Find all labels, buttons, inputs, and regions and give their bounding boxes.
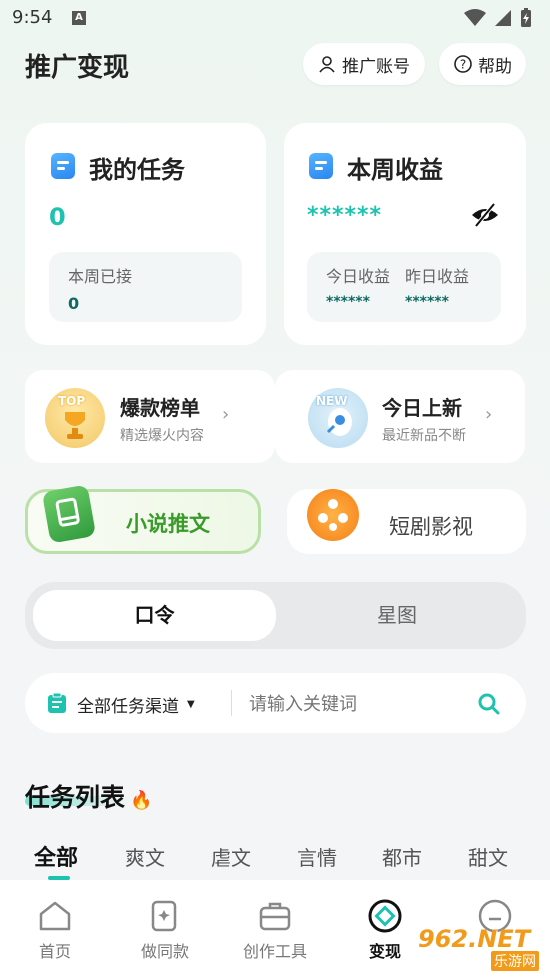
system-icons <box>464 8 532 28</box>
home-icon <box>39 901 71 931</box>
promo-account-button[interactable]: 推广账号 <box>303 43 425 85</box>
task-tab-urban[interactable]: 都市 <box>382 842 422 871</box>
segment-command-label: 口令 <box>134 603 175 627</box>
search-bar: 全部任务渠道 ▼ <box>25 673 526 733</box>
battery-icon <box>521 8 531 27</box>
drama-promo-button[interactable]: 短剧影视 <box>287 489 526 554</box>
help-icon: ? <box>454 55 472 73</box>
task-tab-shuangwen[interactable]: 爽文 <box>125 842 165 871</box>
nav-make-same-label: 做同款 <box>140 942 189 961</box>
my-tasks-title: 我的任务 <box>89 156 185 184</box>
monetize-icon <box>368 899 402 933</box>
doc-icon <box>51 153 75 179</box>
week-accepted-box: 本周已接 0 <box>49 252 242 322</box>
search-icon[interactable] <box>477 692 501 716</box>
nav-home[interactable]: 首页 <box>15 890 95 962</box>
task-tab-sweet[interactable]: 甜文 <box>468 842 508 871</box>
help-label: 帮助 <box>478 56 512 77</box>
week-accepted-label: 本周已接 <box>68 267 133 286</box>
segment-command[interactable]: 口令 <box>33 590 276 641</box>
today-income-value: ****** <box>326 294 370 310</box>
signal-icon <box>495 10 511 26</box>
book-icon <box>41 484 97 544</box>
top-badge: TOP <box>58 394 86 408</box>
promo-account-label: 推广账号 <box>342 56 410 77</box>
template-icon <box>151 900 177 932</box>
task-list-title: 任务列表 <box>25 783 126 812</box>
task-tabs: 全部 爽文 虐文 言情 都市 甜文 <box>0 840 550 880</box>
today-income-label: 今日收益 <box>326 267 391 286</box>
film-reel-icon <box>307 489 359 541</box>
task-tab-all[interactable]: 全部 <box>34 840 78 872</box>
user-icon <box>319 56 335 73</box>
new-today-subtitle: 最近新品不断 <box>382 428 466 444</box>
nav-home-label: 首页 <box>38 942 71 961</box>
notification-icon: A <box>72 11 86 25</box>
new-today-card[interactable]: NEW 今日上新 最近新品不断 › <box>275 370 525 463</box>
nav-creator-tools[interactable]: 创作工具 <box>235 890 315 962</box>
mode-segment: 口令 星图 <box>25 582 526 649</box>
task-tab-romance[interactable]: 言情 <box>297 842 337 871</box>
clipboard-icon <box>48 692 66 713</box>
page-title: 推广变现 <box>25 53 130 83</box>
week-income-title: 本周收益 <box>347 156 443 184</box>
chevron-right-icon: › <box>222 404 230 425</box>
svg-text:?: ? <box>460 58 466 72</box>
nav-monetize-label: 变现 <box>368 942 401 961</box>
nav-creator-tools-label: 创作工具 <box>242 942 307 961</box>
help-button[interactable]: ? 帮助 <box>439 43 526 85</box>
status-bar: 9:54 A <box>0 0 550 36</box>
toolbox-icon <box>259 902 291 931</box>
hot-ranking-card[interactable]: TOP 爆款榜单 精选爆火内容 › <box>25 370 275 463</box>
novel-promo-label: 小说推文 <box>126 512 210 536</box>
week-income-card[interactable]: 本周收益 ****** 今日收益 昨日收益 ****** ****** <box>284 123 526 345</box>
keyword-search-input[interactable] <box>247 687 471 721</box>
task-tab-nuewen[interactable]: 虐文 <box>211 842 251 871</box>
income-detail-box: 今日收益 昨日收益 ****** ****** <box>307 252 501 322</box>
caret-down-icon: ▼ <box>187 699 195 710</box>
channel-dropdown[interactable]: 全部任务渠道 ▼ <box>77 692 195 717</box>
drama-promo-label: 短剧影视 <box>389 515 473 539</box>
chevron-right-icon: › <box>485 404 493 425</box>
watermark-sub: 乐游网 <box>491 951 539 971</box>
wifi-icon <box>464 9 486 26</box>
segment-star-map-label: 星图 <box>377 603 417 627</box>
yesterday-income-label: 昨日收益 <box>405 267 470 286</box>
eye-off-icon[interactable] <box>470 201 500 229</box>
fire-icon: 🔥 <box>130 790 153 811</box>
task-list-heading: 任务列表 🔥 <box>25 778 153 814</box>
divider <box>231 690 232 716</box>
my-tasks-card[interactable]: 我的任务 0 本周已接 0 <box>25 123 266 345</box>
nav-make-same[interactable]: 做同款 <box>125 890 205 962</box>
hot-ranking-subtitle: 精选爆火内容 <box>120 428 204 444</box>
doc-icon <box>309 153 333 179</box>
novel-promo-button[interactable]: 小说推文 <box>25 484 261 554</box>
week-accepted-value: 0 <box>68 294 80 313</box>
status-time: 9:54 <box>12 7 53 28</box>
my-tasks-count: 0 <box>49 203 66 231</box>
new-badge: NEW <box>316 394 348 408</box>
hot-ranking-title: 爆款榜单 <box>120 396 200 420</box>
week-income-masked: ****** <box>307 203 383 228</box>
watermark-brand: 962.NET <box>418 925 531 953</box>
yesterday-income-value: ****** <box>405 294 449 310</box>
nav-monetize[interactable]: 变现 <box>345 890 425 962</box>
channel-dropdown-label: 全部任务渠道 <box>77 697 179 717</box>
new-today-title: 今日上新 <box>382 396 462 420</box>
segment-star-map[interactable]: 星图 <box>276 590 518 641</box>
site-watermark: 962.NET 乐游网 <box>418 925 543 973</box>
